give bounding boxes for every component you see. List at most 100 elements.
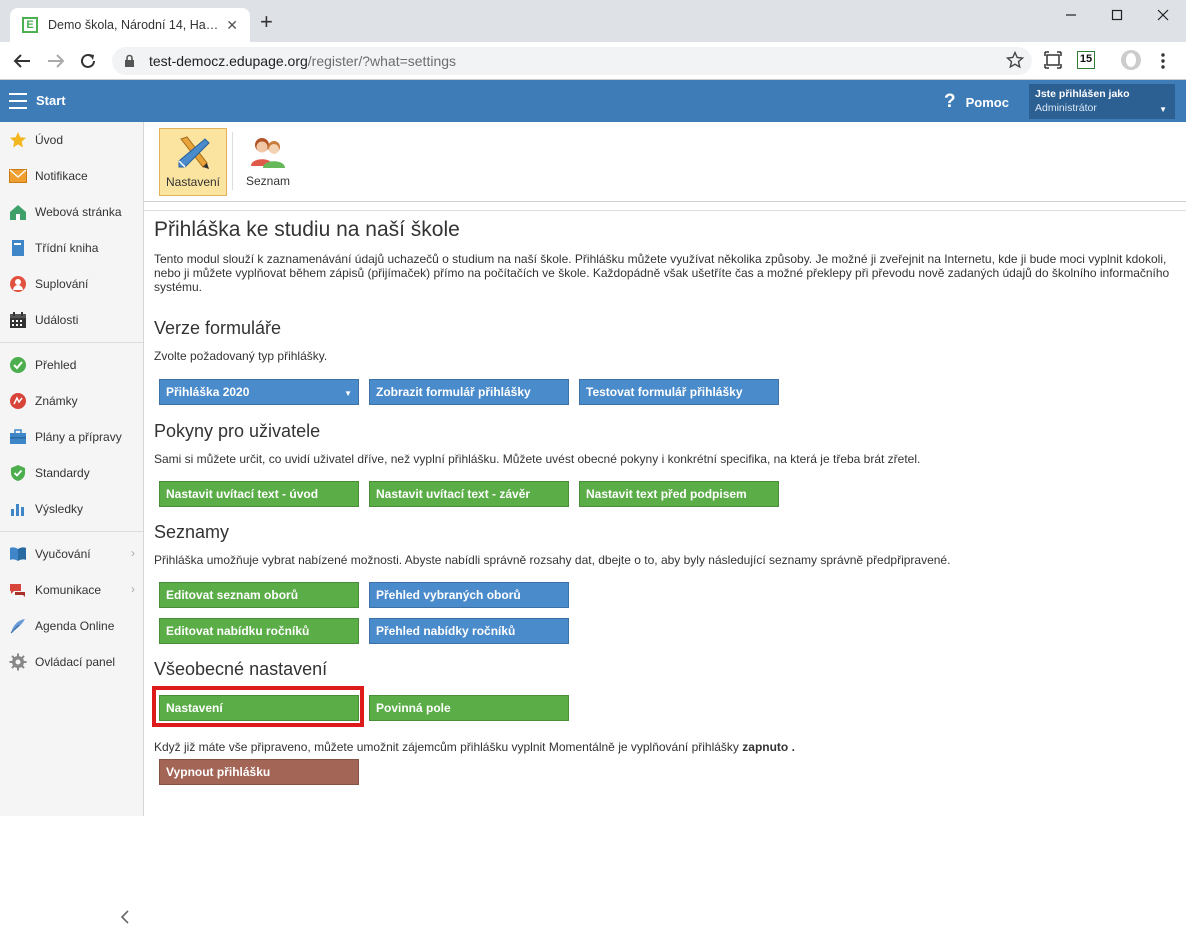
sidebar-item-vyucovani[interactable]: Vyučování › <box>0 536 143 572</box>
profile-avatar-icon[interactable] <box>1121 50 1141 70</box>
close-tab-icon[interactable]: ✕ <box>226 17 238 34</box>
form-version-select[interactable]: Přihláška 2020 ▼ <box>159 379 359 405</box>
forward-icon[interactable] <box>44 50 68 72</box>
caret-down-icon: ▼ <box>1159 105 1167 114</box>
sidebar-divider <box>0 531 143 532</box>
user-menu[interactable]: Jste přihlášen jako Administrátor ▼ <box>1029 84 1175 119</box>
question-icon: ? <box>944 91 956 112</box>
instructions-text: Sami si můžete určit, co uvidí uživatel … <box>154 452 921 466</box>
highlight-frame <box>152 686 364 727</box>
sidebar-item-komunikace[interactable]: Komunikace › <box>0 572 143 608</box>
general-heading: Všeobecné nastavení <box>154 659 328 679</box>
show-form-button[interactable]: Zobrazit formulář přihlášky <box>369 379 569 405</box>
collapse-sidebar-icon[interactable] <box>120 908 130 929</box>
shield-check-icon <box>9 464 27 482</box>
sidebar-item-label: Známky <box>35 394 78 408</box>
welcome-intro-button[interactable]: Nastavit uvítací text - úvod <box>159 481 359 507</box>
sidebar-item-label: Události <box>35 313 79 327</box>
sidebar-item-agenda-online[interactable]: Agenda Online <box>0 608 143 644</box>
sidebar: Úvod Notifikace Webová stránka Třídní kn… <box>0 122 144 924</box>
screenshot-extension-icon[interactable] <box>1044 51 1062 74</box>
sidebar-item-label: Třídní kniha <box>35 241 99 255</box>
sidebar-item-udalosti[interactable]: Události <box>0 302 143 338</box>
new-tab-icon[interactable]: + <box>260 11 273 33</box>
url-host: test-democz.edupage.org <box>149 53 308 69</box>
page-title: Přihláška ke studiu na naší škole <box>154 218 460 241</box>
sidebar-item-vysledky[interactable]: Výsledky <box>0 491 143 527</box>
url-field[interactable]: test-democz.edupage.org/register/?what=s… <box>112 47 1032 75</box>
start-link[interactable]: Start <box>36 93 66 108</box>
lock-icon <box>125 54 134 67</box>
before-signature-button[interactable]: Nastavit text před podpisem <box>579 481 779 507</box>
bookmark-star-icon[interactable] <box>1005 50 1025 74</box>
sidebar-item-label: Komunikace <box>35 583 102 597</box>
calendar-extension-icon[interactable]: 15 <box>1077 51 1095 69</box>
feather-icon <box>9 617 27 635</box>
browser-menu-icon[interactable] <box>1160 53 1166 74</box>
edit-fields-button[interactable]: Editovat seznam oborů <box>159 582 359 608</box>
version-heading: Verze formuláře <box>154 318 282 338</box>
test-form-button[interactable]: Testovat formulář přihlášky <box>579 379 779 405</box>
app-header: Start ? Pomoc Jste přihlášen jako Admini… <box>0 80 1186 122</box>
sidebar-item-notifikace[interactable]: Notifikace <box>0 158 143 194</box>
check-circle-icon <box>9 356 27 374</box>
users-icon <box>251 138 285 168</box>
sidebar-item-label: Ovládací panel <box>35 655 116 669</box>
chevron-right-icon: › <box>131 546 135 560</box>
overview-fields-button[interactable]: Přehled vybraných oborů <box>369 582 569 608</box>
close-window-icon[interactable] <box>1140 0 1186 30</box>
open-book-icon <box>9 545 27 563</box>
house-icon <box>9 203 27 221</box>
toolbar-list-button[interactable]: Seznam <box>234 128 302 196</box>
content-divider <box>144 210 1186 211</box>
user-name: Administrátor <box>1035 102 1097 114</box>
back-icon[interactable] <box>10 50 34 72</box>
version-text: Zvolte požadovaný typ přihlášky. <box>154 349 328 363</box>
tab-title: Demo škola, Národní 14, Havlov <box>48 18 221 32</box>
main-content: Přihláška ke studiu na naší škole Tento … <box>154 218 1174 294</box>
url-path: /register/?what=settings <box>307 53 457 69</box>
instructions-heading: Pokyny pro uživatele <box>154 421 321 441</box>
caret-down-icon: ▼ <box>344 389 352 398</box>
edit-years-button[interactable]: Editovat nabídku ročníků <box>159 618 359 644</box>
sidebar-item-label: Plány a přípravy <box>35 430 122 444</box>
intro-text: Tento modul slouží k zaznamenávání údajů… <box>154 252 1170 294</box>
sidebar-item-standardy[interactable]: Standardy <box>0 455 143 491</box>
sidebar-item-webova-stranka[interactable]: Webová stránka <box>0 194 143 230</box>
chat-icon <box>9 581 27 599</box>
reload-icon[interactable] <box>76 50 100 72</box>
sidebar-item-tridni-kniha[interactable]: Třídní kniha <box>0 230 143 266</box>
toolbar-settings-button[interactable]: Nastavení <box>159 128 227 196</box>
sidebar-item-suplovani[interactable]: Suplování <box>0 266 143 302</box>
maximize-icon[interactable] <box>1094 0 1140 30</box>
overview-years-button[interactable]: Přehled nabídky ročníků <box>369 618 569 644</box>
welcome-end-button[interactable]: Nastavit uvítací text - závěr <box>369 481 569 507</box>
substitute-icon <box>9 275 27 293</box>
toolbar-divider <box>232 132 233 190</box>
sidebar-item-plany-a-pripravy[interactable]: Plány a přípravy <box>0 419 143 455</box>
required-fields-button[interactable]: Povinná pole <box>369 695 569 721</box>
browser-tab[interactable]: E Demo škola, Národní 14, Havlov ✕ <box>10 8 250 42</box>
disable-application-button[interactable]: Vypnout přihlášku <box>159 759 359 785</box>
briefcase-icon <box>9 428 27 446</box>
help-button[interactable]: ? Pomoc <box>944 91 1009 113</box>
sidebar-divider <box>0 342 143 343</box>
sidebar-item-label: Notifikace <box>35 169 88 183</box>
calendar-icon <box>9 311 27 329</box>
hamburger-menu-icon[interactable] <box>9 93 27 109</box>
sidebar-item-uvod[interactable]: Úvod <box>0 122 143 158</box>
browser-tab-bar: E Demo škola, Národní 14, Havlov ✕ + <box>0 0 1186 42</box>
lists-heading: Seznamy <box>154 522 230 542</box>
sidebar-item-ovladaci-panel[interactable]: Ovládací panel <box>0 644 143 680</box>
minimize-icon[interactable] <box>1048 0 1094 30</box>
toolbar-list-label: Seznam <box>245 174 291 188</box>
user-caption: Jste přihlášen jako <box>1035 88 1130 100</box>
sidebar-item-label: Přehled <box>35 358 77 372</box>
sidebar-item-label: Úvod <box>35 133 64 147</box>
status-state: zapnuto <box>742 740 789 754</box>
book-icon <box>9 239 27 257</box>
sidebar-item-label: Webová stránka <box>35 205 122 219</box>
sidebar-item-znamky[interactable]: Známky <box>0 383 143 419</box>
sidebar-item-prehled[interactable]: Přehled <box>0 347 143 383</box>
sidebar-item-label: Výsledky <box>35 502 84 516</box>
